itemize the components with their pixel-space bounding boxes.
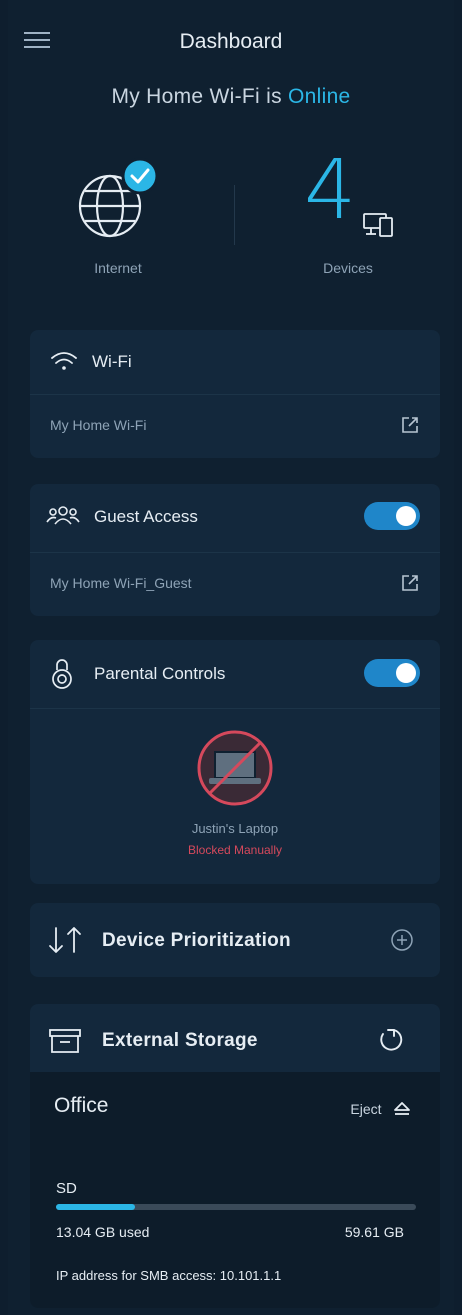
blocked-device-name: Justin's Laptop (191, 821, 279, 836)
toggle-knob (396, 506, 416, 526)
network-status: My Home Wi-Fi is Online (8, 85, 454, 109)
total-space: 59.61 GB (344, 1224, 404, 1240)
devices-summary[interactable]: 4 Devices (258, 140, 438, 290)
wifi-card: Wi-Fi My Home Wi-Fi (30, 330, 440, 458)
used-space: 13.04 GB used (56, 1224, 150, 1240)
toggle-knob (396, 663, 416, 683)
guest-network-name[interactable]: My Home Wi-Fi_Guest (50, 575, 192, 591)
internet-summary[interactable]: Internet (28, 140, 208, 290)
add-circle-icon[interactable] (390, 928, 414, 952)
eject-button[interactable]: Eject (350, 1100, 412, 1120)
network-status-value: Online (288, 85, 351, 108)
smb-address: IP address for SMB access: 10.101.1.1 (56, 1268, 282, 1283)
external-link-icon[interactable] (400, 415, 420, 435)
globe-icon (78, 157, 159, 238)
storage-usage-fill (56, 1204, 135, 1210)
network-status-prefix: My Home Wi-Fi is (111, 85, 289, 108)
lock-icon (52, 659, 72, 689)
external-link-icon[interactable] (400, 573, 420, 593)
blocked-device-status: Blocked Manually (187, 843, 283, 857)
guest-access-toggle[interactable] (364, 502, 420, 530)
guest-users-icon (46, 506, 80, 525)
guest-access-title: Guest Access (94, 507, 198, 526)
external-storage-card: External Storage Office Eject SD 13.04 G… (30, 1004, 440, 1308)
storage-usage-bar (56, 1204, 416, 1210)
guest-separator (30, 552, 440, 553)
device-count: 4 (304, 143, 357, 238)
device-prioritization-card[interactable]: Device Prioritization (30, 903, 440, 977)
volume-label: SD (56, 1180, 77, 1197)
devices-icon (363, 213, 393, 237)
sort-arrows-icon (49, 927, 81, 953)
storage-drive-panel: Office Eject SD 13.04 GB used 59.61 GB I… (30, 1072, 440, 1308)
wifi-separator (30, 394, 440, 395)
summary-panel: Internet 4 Devices (8, 140, 454, 300)
app-header: Dashboard (8, 0, 454, 80)
parental-controls-card: Parental Controls Justin's Laptop Blocke… (30, 640, 440, 884)
drive-name: Office (54, 1094, 109, 1117)
device-prioritization-title: Device Prioritization (102, 930, 291, 951)
internet-label: Internet (94, 260, 142, 276)
wifi-icon (51, 352, 77, 370)
dashboard-screen: Dashboard My Home Wi-Fi is Online Intern… (8, 0, 454, 1315)
eject-icon (394, 1101, 410, 1115)
page-title: Dashboard (179, 30, 283, 53)
parental-controls-toggle[interactable] (364, 659, 420, 687)
parental-separator (30, 708, 440, 709)
external-storage-title: External Storage (102, 1030, 258, 1051)
devices-label: Devices (323, 260, 373, 276)
wifi-title: Wi-Fi (92, 352, 132, 371)
blocked-laptop-icon[interactable] (195, 728, 275, 808)
refresh-icon[interactable] (376, 1026, 404, 1054)
summary-divider (234, 185, 235, 245)
eject-label: Eject (350, 1100, 382, 1117)
guest-access-card: Guest Access My Home Wi-Fi_Guest (30, 484, 440, 616)
storage-box-icon (49, 1029, 81, 1053)
parental-controls-title: Parental Controls (94, 664, 226, 683)
wifi-network-name[interactable]: My Home Wi-Fi (50, 417, 146, 433)
